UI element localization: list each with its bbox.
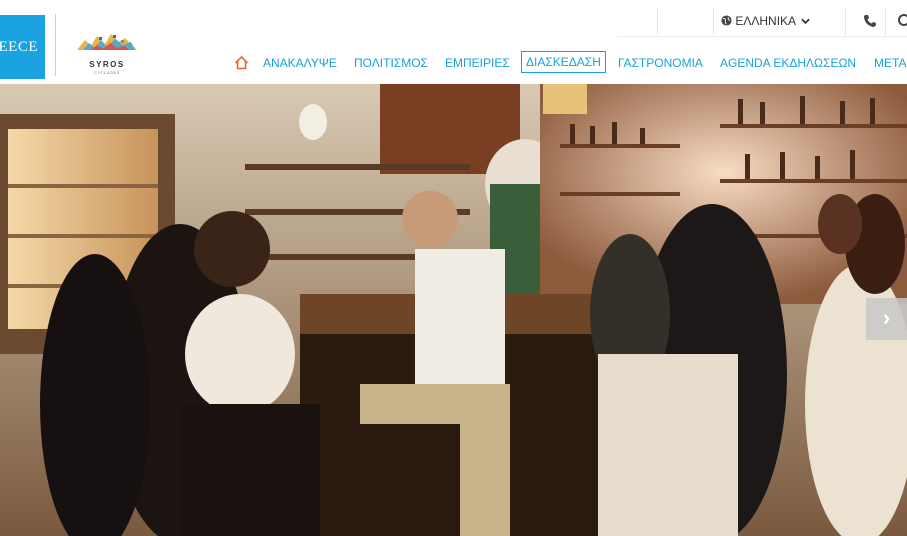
site-header: REECE SYROS CYCLADES ΕΛΛΗΝΙΚΑ	[0, 0, 907, 84]
syros-mark-icon	[77, 34, 137, 50]
nav-item-events-agenda[interactable]: AGENDA ΕΚΔΗΛΩΣΕΩΝ	[720, 56, 856, 70]
utility-divider	[845, 9, 846, 35]
greece-logo[interactable]: REECE	[0, 15, 45, 79]
search-icon[interactable]	[897, 13, 907, 29]
nav-item-discover[interactable]: ΑΝΑΚΑΛΥΨΕ	[263, 56, 337, 70]
nav-item-experiences[interactable]: ΕΜΠΕΙΡΙΕΣ	[445, 56, 510, 70]
utility-underline	[617, 36, 907, 37]
utility-divider	[713, 9, 714, 35]
greece-logo-text: REECE	[0, 39, 38, 55]
language-selector[interactable]: ΕΛΛΗΝΙΚΑ	[721, 14, 810, 28]
chevron-down-icon	[800, 18, 810, 25]
nav-item-gastronomy[interactable]: ΓΑΣΤΡΟΝΟΜΙΑ	[618, 56, 703, 70]
nav-item-entertainment[interactable]: ΔΙΑΣΚΕΔΑΣΗ	[521, 51, 606, 73]
hero-photo-bar-scene	[0, 84, 907, 536]
utility-divider	[885, 9, 886, 35]
syros-logo-subtitle: CYCLADES	[94, 70, 120, 75]
utility-bar: ΕΛΛΗΝΙΚΑ	[617, 9, 907, 35]
nav-item-culture[interactable]: ΠΟΛΙΤΙΣΜΟΣ	[354, 56, 428, 70]
hero-carousel[interactable]: ›	[0, 84, 907, 536]
carousel-next-button[interactable]: ›	[866, 298, 907, 340]
language-label: ΕΛΛΗΝΙΚΑ	[735, 14, 796, 28]
home-icon[interactable]	[234, 55, 249, 70]
syros-logo-title: SYROS	[89, 60, 125, 69]
nav-item-more[interactable]: ΜΕΤΑ	[874, 56, 906, 70]
logo-divider	[55, 14, 56, 76]
utility-divider	[657, 9, 658, 35]
phone-icon[interactable]	[863, 14, 877, 28]
chevron-right-icon: ›	[882, 305, 891, 330]
globe-icon	[721, 15, 732, 26]
syros-logo[interactable]: SYROS CYCLADES	[75, 30, 139, 78]
